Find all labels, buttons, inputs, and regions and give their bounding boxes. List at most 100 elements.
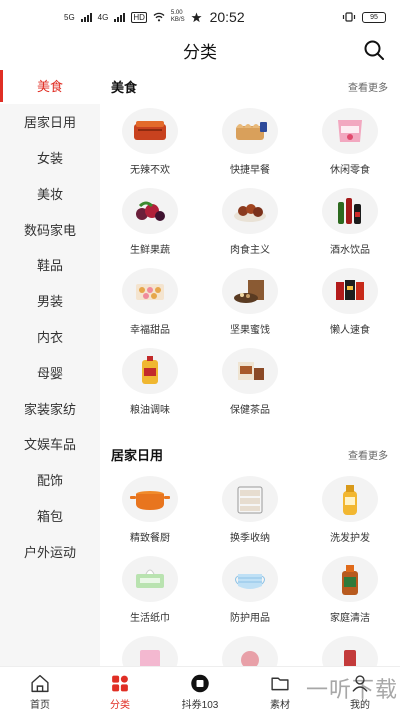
signal-icon	[114, 12, 126, 22]
subcategory-item[interactable]: 快捷早餐	[200, 104, 300, 184]
view-more-link[interactable]: 查看更多	[348, 79, 388, 94]
sidebar-item-label: 配饰	[36, 473, 63, 489]
subcategory-item[interactable]: 休闲零食	[300, 104, 400, 184]
tab-label: 分类	[110, 700, 130, 711]
subcategory-label: 精致餐厨	[130, 533, 170, 544]
tab-label: 抖券103	[181, 700, 219, 711]
subcategory-item[interactable]: 洗发护发	[300, 472, 400, 552]
subcategory-label: 家庭清洁	[330, 613, 370, 624]
sidebar-item-label: 美食	[36, 79, 63, 95]
subcategory-label: 保健茶品	[230, 405, 270, 416]
sidebar-item-home-textile[interactable]: 家装家纺	[0, 390, 100, 426]
sidebar-item-entertainment-car[interactable]: 文娱车品	[0, 426, 100, 462]
sidebar-item-beauty[interactable]: 美妆	[0, 175, 100, 211]
sidebar-item-outdoor[interactable]: 户外运动	[0, 533, 100, 569]
sidebar-item-label: 鞋品	[36, 258, 63, 274]
sidebar-item-womens-wear[interactable]: 女装	[0, 140, 100, 176]
sidebar-item-digital[interactable]: 数码家电	[0, 211, 100, 247]
subcategory-item[interactable]	[100, 632, 200, 666]
subcategory-label: 休闲零食	[330, 165, 370, 176]
sidebar-item-label: 家装家纺	[23, 401, 76, 417]
subcategory-label: 洗发护发	[330, 533, 370, 544]
watermark: 一听下载	[305, 678, 398, 703]
section-header-home-daily: 居家日用 查看更多	[100, 436, 400, 472]
subcategory-item[interactable]: 生鲜果蔬	[100, 184, 200, 264]
subcategory-item[interactable]	[300, 632, 400, 666]
subcategory-item[interactable]: 肉食主义	[200, 184, 300, 264]
tab-coupon[interactable]: 抖券103	[160, 667, 240, 711]
nuts-icon	[222, 268, 278, 314]
subcategory-item[interactable]: 坚果蜜饯	[200, 264, 300, 344]
subcategory-item[interactable]: 换季收纳	[200, 472, 300, 552]
sidebar-item-underwear[interactable]: 内衣	[0, 319, 100, 355]
category-sidebar: 美食 居家日用 女装 美妆 数码家电 鞋品 男装 内衣 母婴 家装家纺 文娱车品…	[0, 68, 100, 666]
subcategory-grid-home-daily: 精致餐厨 换季收纳 洗发护发 生活纸巾 防护用品 家庭清洁	[100, 472, 400, 666]
spicy-food-icon	[122, 108, 178, 154]
sidebar-item-bags[interactable]: 箱包	[0, 498, 100, 534]
product-icon	[122, 636, 178, 666]
sidebar-item-shoes[interactable]: 鞋品	[0, 247, 100, 283]
drinks-icon	[322, 188, 378, 234]
vibrate-icon	[342, 12, 356, 22]
tab-label: 素材	[270, 700, 290, 711]
product-icon	[322, 636, 378, 666]
subcategory-item[interactable]: 幸福甜品	[100, 264, 200, 344]
subcategory-label: 生鲜果蔬	[130, 245, 170, 256]
sidebar-item-label: 户外运动	[23, 544, 76, 560]
sidebar-item-baby[interactable]: 母婴	[0, 354, 100, 390]
sidebar-item-label: 箱包	[36, 508, 63, 524]
instant-noodle-icon	[322, 268, 378, 314]
signal-icon	[80, 12, 92, 22]
star-icon	[191, 12, 202, 22]
sidebar-item-label: 内衣	[36, 329, 63, 345]
page-title: 分类	[183, 43, 217, 62]
search-icon	[364, 40, 384, 60]
subcategory-item[interactable]: 无辣不欢	[100, 104, 200, 184]
sidebar-item-label: 居家日用	[23, 115, 76, 131]
snack-bag-icon	[322, 108, 378, 154]
tab-home[interactable]: 首页	[0, 667, 80, 711]
subcategory-item[interactable]: 酒水饮品	[300, 184, 400, 264]
sidebar-item-accessories[interactable]: 配饰	[0, 462, 100, 498]
subcategory-item[interactable]: 生活纸巾	[100, 552, 200, 632]
status-left: 5G 4G HD 5.00 KB/S	[64, 10, 202, 24]
storage-drawer-icon	[222, 476, 278, 522]
sidebar-item-label: 男装	[36, 294, 63, 310]
battery-icon: 95	[362, 11, 386, 23]
section-header-food: 美食 查看更多	[100, 68, 400, 104]
product-icon	[222, 636, 278, 666]
sidebar-item-label: 母婴	[36, 365, 63, 381]
subcategory-label: 粮油调味	[130, 405, 170, 416]
subcategory-item[interactable]: 防护用品	[200, 552, 300, 632]
wifi-icon	[153, 12, 165, 22]
disinfectant-icon	[322, 556, 378, 602]
sidebar-item-food[interactable]: 美食	[0, 68, 100, 104]
subcategory-label: 防护用品	[230, 613, 270, 624]
clock: 20:52	[209, 9, 245, 25]
meat-icon	[222, 188, 278, 234]
search-button[interactable]	[362, 38, 386, 62]
network-5g-label: 5G	[64, 12, 75, 22]
status-right: 95	[342, 11, 386, 23]
sidebar-item-label: 女装	[36, 150, 63, 166]
subcategory-item[interactable]: 精致餐厨	[100, 472, 200, 552]
subcategory-item[interactable]: 懒人速食	[300, 264, 400, 344]
subcategory-item[interactable]	[200, 632, 300, 666]
tab-label: 首页	[30, 700, 50, 711]
section-title: 美食	[111, 79, 138, 95]
subcategory-label: 幸福甜品	[130, 325, 170, 336]
tab-category[interactable]: 分类	[80, 667, 160, 711]
view-more-link[interactable]: 查看更多	[348, 447, 388, 462]
subcategory-item[interactable]: 粮油调味	[100, 344, 200, 424]
sidebar-item-home-daily[interactable]: 居家日用	[0, 104, 100, 140]
category-content: 美食 查看更多 无辣不欢 快捷早餐 休闲零食 生鲜果蔬 肉食主义 酒水饮品 幸福…	[100, 68, 400, 666]
cooking-pot-icon	[122, 476, 178, 522]
subcategory-grid-food: 无辣不欢 快捷早餐 休闲零食 生鲜果蔬 肉食主义 酒水饮品 幸福甜品 坚果蜜饯 …	[100, 104, 400, 424]
sidebar-item-mens-wear[interactable]: 男装	[0, 283, 100, 319]
face-mask-icon	[222, 556, 278, 602]
subcategory-item[interactable]: 家庭清洁	[300, 552, 400, 632]
net-speed-unit: KB/S	[170, 17, 185, 23]
dessert-icon	[122, 268, 178, 314]
subcategory-item[interactable]: 保健茶品	[200, 344, 300, 424]
home-icon	[31, 674, 49, 693]
